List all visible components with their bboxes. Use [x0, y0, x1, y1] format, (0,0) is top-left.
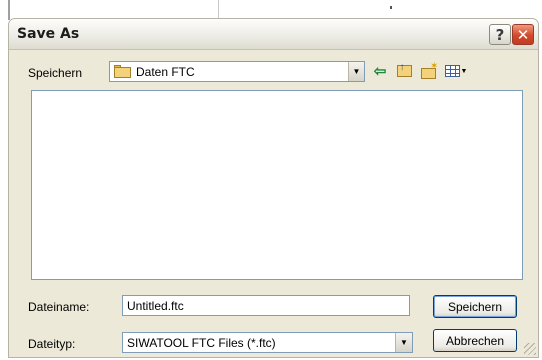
- file-name-label: Dateiname:: [28, 300, 90, 314]
- help-icon: ?: [495, 25, 505, 44]
- dialog-title: Save As: [17, 26, 80, 42]
- file-list-view[interactable]: [31, 90, 523, 280]
- chevron-down-icon[interactable]: ▼: [395, 333, 412, 352]
- file-name-input[interactable]: [122, 295, 410, 316]
- file-type-select[interactable]: SIWATOOL FTC Files (*.ftc) ▼: [122, 332, 413, 353]
- create-new-folder-button[interactable]: ✶: [419, 61, 439, 80]
- views-menu-icon: [444, 65, 460, 77]
- cancel-button[interactable]: Abbrechen: [433, 329, 517, 352]
- views-menu-button[interactable]: ▼: [443, 62, 469, 80]
- save-in-label: Speichern: [28, 66, 83, 80]
- back-button[interactable]: ⇦: [371, 62, 389, 80]
- up-folder-icon: [396, 62, 412, 77]
- close-icon: ✕: [516, 25, 530, 44]
- close-button[interactable]: ✕: [512, 24, 534, 45]
- title-bar[interactable]: Save As ? ✕: [9, 19, 538, 50]
- file-type-label: Dateityp:: [28, 337, 76, 351]
- save-as-dialog: Save As ? ✕ Speichern Daten FTC ▼ ⇦ ✶ ▼ …: [8, 18, 539, 358]
- background-window-mark: [390, 6, 392, 9]
- save-in-combobox[interactable]: Daten FTC ▼: [109, 61, 365, 82]
- background-window: [0, 0, 542, 20]
- chevron-down-icon[interactable]: ▼: [348, 62, 364, 81]
- back-arrow-icon: ⇦: [373, 63, 387, 80]
- resize-grip[interactable]: [524, 343, 536, 355]
- help-button[interactable]: ?: [489, 24, 511, 45]
- save-button[interactable]: Speichern: [433, 295, 517, 318]
- background-window-divider: [218, 0, 219, 20]
- views-dropdown-icon: ▼: [460, 67, 468, 75]
- folder-icon: [114, 65, 131, 78]
- up-one-level-button[interactable]: [395, 62, 413, 80]
- new-folder-sparkle-icon: ✶: [430, 61, 439, 72]
- location-value: Daten FTC: [136, 64, 195, 79]
- background-window-border: [8, 0, 10, 20]
- file-type-value: SIWATOOL FTC Files (*.ftc): [127, 335, 276, 350]
